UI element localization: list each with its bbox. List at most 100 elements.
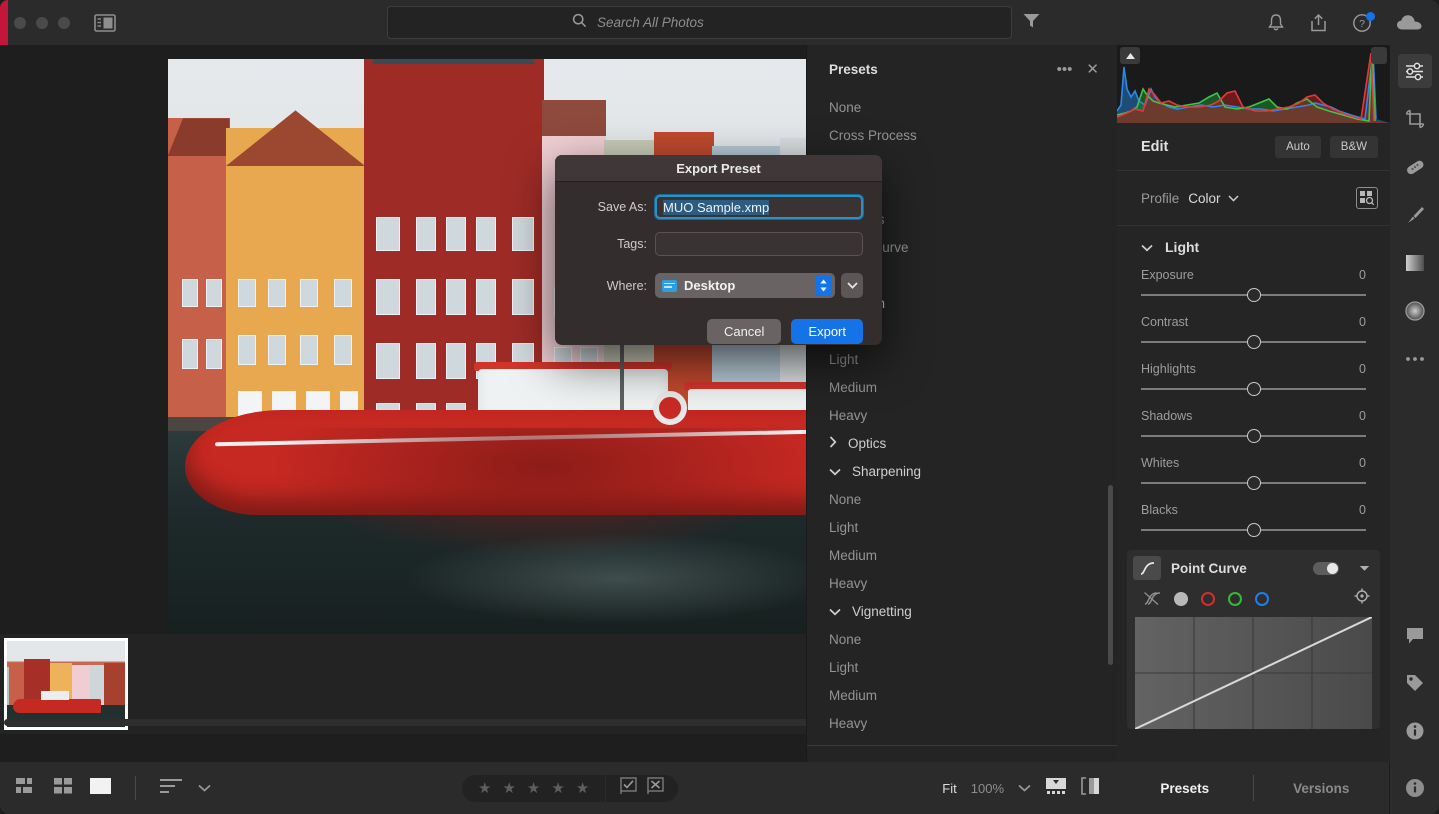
slider-track[interactable] [1141,476,1366,490]
tab-presets[interactable]: Presets [1117,781,1253,796]
preset-item[interactable]: Medium [807,373,1117,401]
stepper-updown-icon[interactable] [815,275,832,296]
preset-group-optics[interactable]: Optics [807,429,1117,457]
sidebar-toggle-icon[interactable] [94,13,116,32]
healing-brush-tool[interactable] [1398,150,1432,184]
point-curve-toggle[interactable] [1313,561,1339,575]
slider-knob[interactable] [1246,476,1261,490]
preset-item[interactable]: Light [807,345,1117,373]
slider-knob[interactable] [1246,288,1261,302]
preset-item[interactable]: Heavy [807,709,1117,737]
preset-item[interactable]: Light [807,653,1117,681]
slider-track[interactable] [1141,335,1366,349]
chevron-down-icon[interactable] [198,779,211,797]
preset-item[interactable]: Light [807,513,1117,541]
where-select[interactable]: Desktop [655,273,835,298]
close-icon[interactable]: ✕ [1086,62,1099,77]
star-1[interactable]: ★ [478,779,491,797]
filmstrip-thumbnail[interactable] [4,638,128,730]
blue-channel-dot[interactable] [1255,591,1269,606]
cancel-button[interactable]: Cancel [706,319,782,344]
preset-item[interactable]: Medium [807,541,1117,569]
star-4[interactable]: ★ [551,779,564,797]
window-close-button[interactable] [14,16,26,29]
curve-icon[interactable] [1133,556,1161,580]
histogram-clipping-indicator[interactable] [1371,47,1387,64]
export-button[interactable]: Export [791,319,863,344]
slider-knob[interactable] [1246,429,1261,443]
presets-scrollbar[interactable] [1108,485,1113,665]
brush-tool[interactable] [1398,198,1432,232]
slider-knob[interactable] [1246,523,1261,537]
preset-group-vignetting[interactable]: Vignetting [807,597,1117,625]
green-channel-dot[interactable] [1228,591,1242,606]
slider-track[interactable] [1141,429,1366,443]
chevron-down-icon[interactable] [1018,779,1031,797]
where-expand-button[interactable] [841,273,863,298]
star-2[interactable]: ★ [502,779,515,797]
edit-sliders-tool[interactable] [1397,54,1432,88]
detail-view-icon[interactable] [90,777,111,799]
point-curve-graph[interactable] [1135,617,1372,729]
slider-track[interactable] [1141,382,1366,396]
notifications-bell-icon[interactable] [1267,13,1285,32]
star-rating[interactable]: ★ ★ ★ ★ ★ [462,779,605,797]
slider-knob[interactable] [1246,335,1261,349]
save-as-field[interactable]: MUO Sample.xmp [655,195,863,219]
radial-gradient-tool[interactable] [1398,294,1432,328]
crop-tool[interactable] [1398,102,1432,136]
flag-pick-icon[interactable] [620,777,637,799]
profile-value[interactable]: Color [1188,191,1220,206]
sort-icon[interactable] [160,778,182,799]
histogram-expand-icon[interactable] [1120,47,1140,64]
linear-gradient-tool[interactable] [1398,246,1432,280]
star-5[interactable]: ★ [576,779,589,797]
parametric-curve-icon[interactable] [1143,591,1161,606]
cloud-icon[interactable] [1396,13,1423,33]
preset-group-user-presets[interactable]: User Presets [807,754,1117,763]
keywords-tag-tool[interactable] [1398,666,1432,700]
preset-item[interactable]: Medium [807,681,1117,709]
more-tools[interactable] [1398,342,1432,376]
filter-funnel-icon[interactable] [1022,12,1041,34]
slider-knob[interactable] [1246,382,1261,396]
preset-item[interactable]: None [807,625,1117,653]
info-icon[interactable] [1390,778,1439,798]
window-minimize-button[interactable] [36,16,48,29]
tags-field[interactable] [655,232,863,256]
window-maximize-button[interactable] [58,16,70,29]
bw-button[interactable]: B&W [1329,135,1378,158]
fit-button[interactable]: Fit [942,781,956,796]
chevron-down-icon[interactable] [1227,189,1239,207]
preset-group-sharpening[interactable]: Sharpening [807,457,1117,485]
slider-track[interactable] [1141,523,1366,537]
search-bar[interactable] [387,6,1012,39]
preset-item[interactable]: None [807,93,1117,121]
light-section-header[interactable]: Light [1117,226,1390,268]
tab-versions[interactable]: Versions [1254,781,1390,796]
info-tool[interactable] [1398,714,1432,748]
target-adjust-icon[interactable] [1354,588,1370,609]
preset-item[interactable]: Heavy [807,401,1117,429]
chevron-down-icon[interactable] [1359,559,1370,577]
comments-tool[interactable] [1398,618,1432,652]
rgb-channel-dot[interactable] [1174,591,1188,606]
star-3[interactable]: ★ [527,779,540,797]
search-input[interactable] [597,15,827,30]
preset-item[interactable]: None [807,485,1117,513]
grid-view-icon[interactable] [16,777,38,799]
zoom-level[interactable]: 100% [971,781,1004,796]
square-grid-view-icon[interactable] [54,777,74,799]
preset-item[interactable]: Heavy [807,569,1117,597]
before-after-icon[interactable] [1081,776,1101,800]
share-icon[interactable] [1309,13,1328,33]
red-channel-dot[interactable] [1201,591,1215,606]
more-options-icon[interactable]: ••• [1057,62,1073,77]
flag-reject-icon[interactable] [647,777,664,799]
fill-view-icon[interactable] [1045,777,1067,800]
histogram[interactable] [1117,45,1390,123]
profile-browser-icon[interactable] [1356,187,1378,209]
preset-item[interactable]: Cross Process [807,121,1117,149]
auto-button[interactable]: Auto [1275,135,1321,158]
slider-track[interactable] [1141,288,1366,302]
